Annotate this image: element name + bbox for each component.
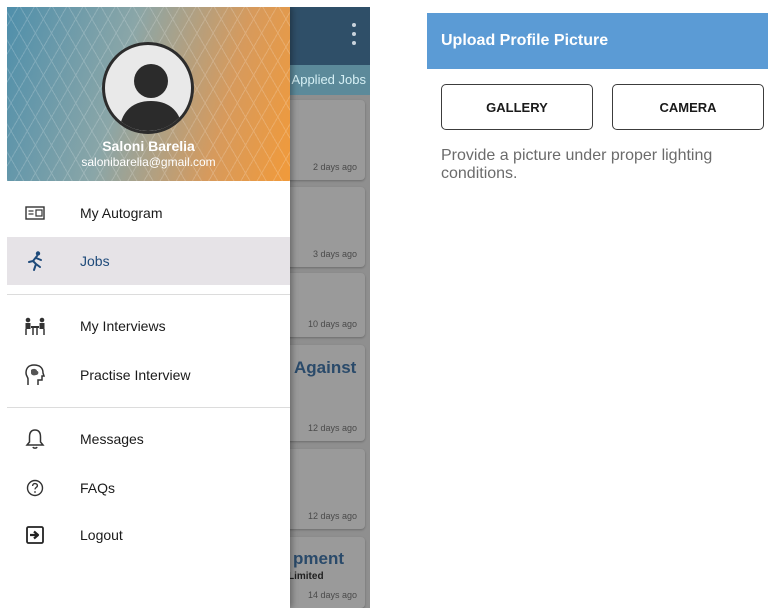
- gallery-button[interactable]: GALLERY: [441, 84, 593, 130]
- user-name: Saloni Barelia: [102, 138, 195, 154]
- job-card[interactable]: 12 days ago: [277, 449, 365, 529]
- bell-icon: [23, 427, 47, 451]
- id-card-icon: [23, 201, 47, 225]
- job-card-age: 12 days ago: [307, 423, 357, 433]
- menu-item-jobs[interactable]: Jobs: [7, 237, 290, 285]
- menu-item-faqs[interactable]: FAQs: [7, 464, 290, 512]
- upload-hint: Provide a picture under proper lighting …: [441, 147, 713, 182]
- job-card-title-peek: Against: [294, 358, 357, 377]
- user-email: salonibarelia@gmail.com: [81, 155, 216, 169]
- job-card[interactable]: 2 days ago: [277, 100, 365, 180]
- menu-item-label: Jobs: [80, 253, 110, 269]
- menu-item-label: Practise Interview: [80, 367, 191, 383]
- screen: Applied Jobs 2 days ago 3 days ago 10 da…: [0, 0, 768, 608]
- menu-item-label: FAQs: [80, 480, 116, 496]
- left-phone-screen: Applied Jobs 2 days ago 3 days ago 10 da…: [7, 7, 370, 608]
- menu-item-my-autogram[interactable]: My Autogram: [7, 189, 290, 237]
- camera-button[interactable]: CAMERA: [612, 84, 764, 130]
- upload-header: Upload Profile Picture: [427, 13, 768, 69]
- avatar[interactable]: [102, 42, 194, 134]
- upload-title: Upload Profile Picture: [441, 32, 609, 49]
- logout-icon: [23, 523, 47, 547]
- job-card-age: 3 days ago: [312, 249, 357, 259]
- menu-item-label: My Interviews: [80, 318, 166, 334]
- running-person-icon: [23, 249, 47, 273]
- job-card-age: 10 days ago: [307, 319, 357, 329]
- menu-item-label: My Autogram: [80, 205, 163, 221]
- divider: [7, 294, 290, 295]
- job-card-title-peek: pment: [293, 549, 344, 568]
- menu-item-label: Messages: [80, 431, 144, 447]
- menu-item-practise-interview[interactable]: Practise Interview: [7, 351, 290, 399]
- overflow-menu-icon[interactable]: [352, 23, 356, 45]
- job-card-age: 12 days ago: [307, 511, 357, 521]
- job-card-age: 14 days ago: [307, 590, 357, 600]
- brain-head-icon: [23, 363, 47, 387]
- job-card[interactable]: 10 days ago: [277, 273, 365, 337]
- menu-item-messages[interactable]: Messages: [7, 415, 290, 463]
- job-card[interactable]: 3 days ago: [277, 187, 365, 267]
- menu-item-my-interviews[interactable]: My Interviews: [7, 302, 290, 350]
- job-card-age: 2 days ago: [312, 162, 357, 172]
- divider: [7, 407, 290, 408]
- question-circle-icon: [23, 476, 47, 500]
- drawer-header: Saloni Barelia salonibarelia@gmail.com: [7, 7, 290, 181]
- menu-item-label: Logout: [80, 527, 123, 543]
- tab-applied-jobs[interactable]: Applied Jobs: [287, 65, 370, 95]
- interview-people-icon: [23, 314, 47, 338]
- navigation-drawer: Saloni Barelia salonibarelia@gmail.com M…: [7, 7, 290, 608]
- job-card-company-peek: Limited: [288, 571, 324, 582]
- menu-item-logout[interactable]: Logout: [7, 511, 290, 559]
